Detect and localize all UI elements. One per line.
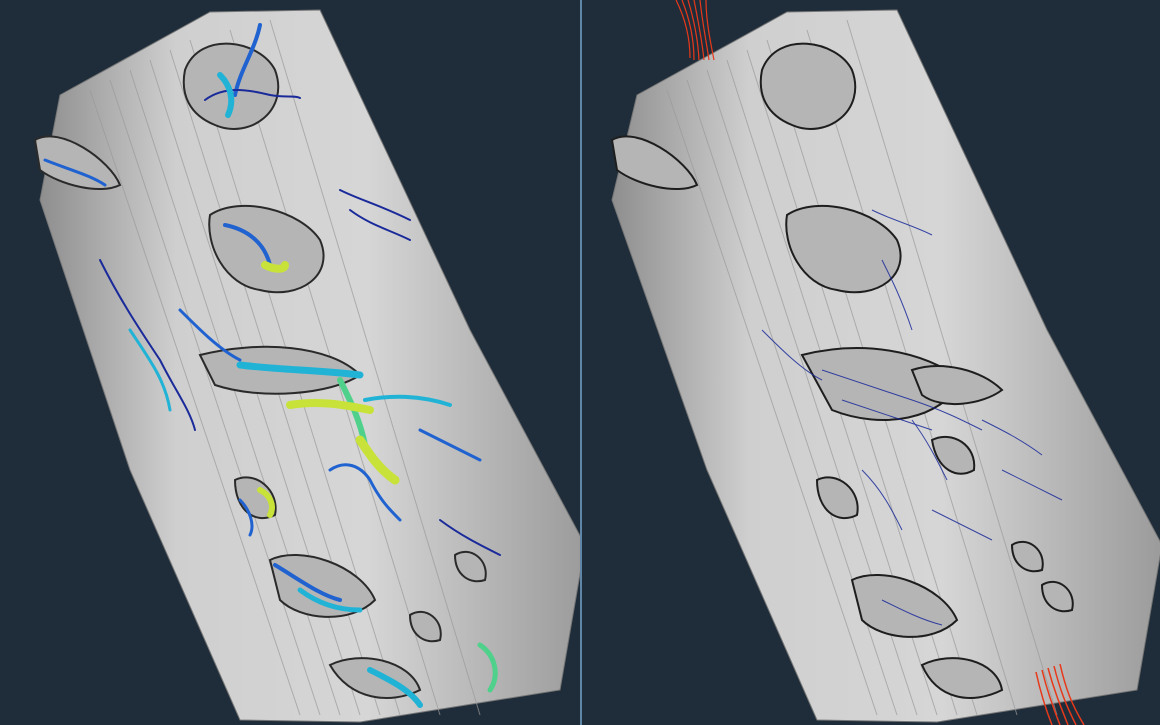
inlet-streamlines — [675, 0, 715, 61]
dual-3d-viewer — [0, 0, 1160, 725]
viewport-left-streamtubes[interactable] — [0, 0, 580, 725]
viewport-right-streamlines[interactable] — [582, 0, 1160, 725]
scene-right — [610, 0, 1160, 725]
scene-left — [33, 9, 580, 723]
